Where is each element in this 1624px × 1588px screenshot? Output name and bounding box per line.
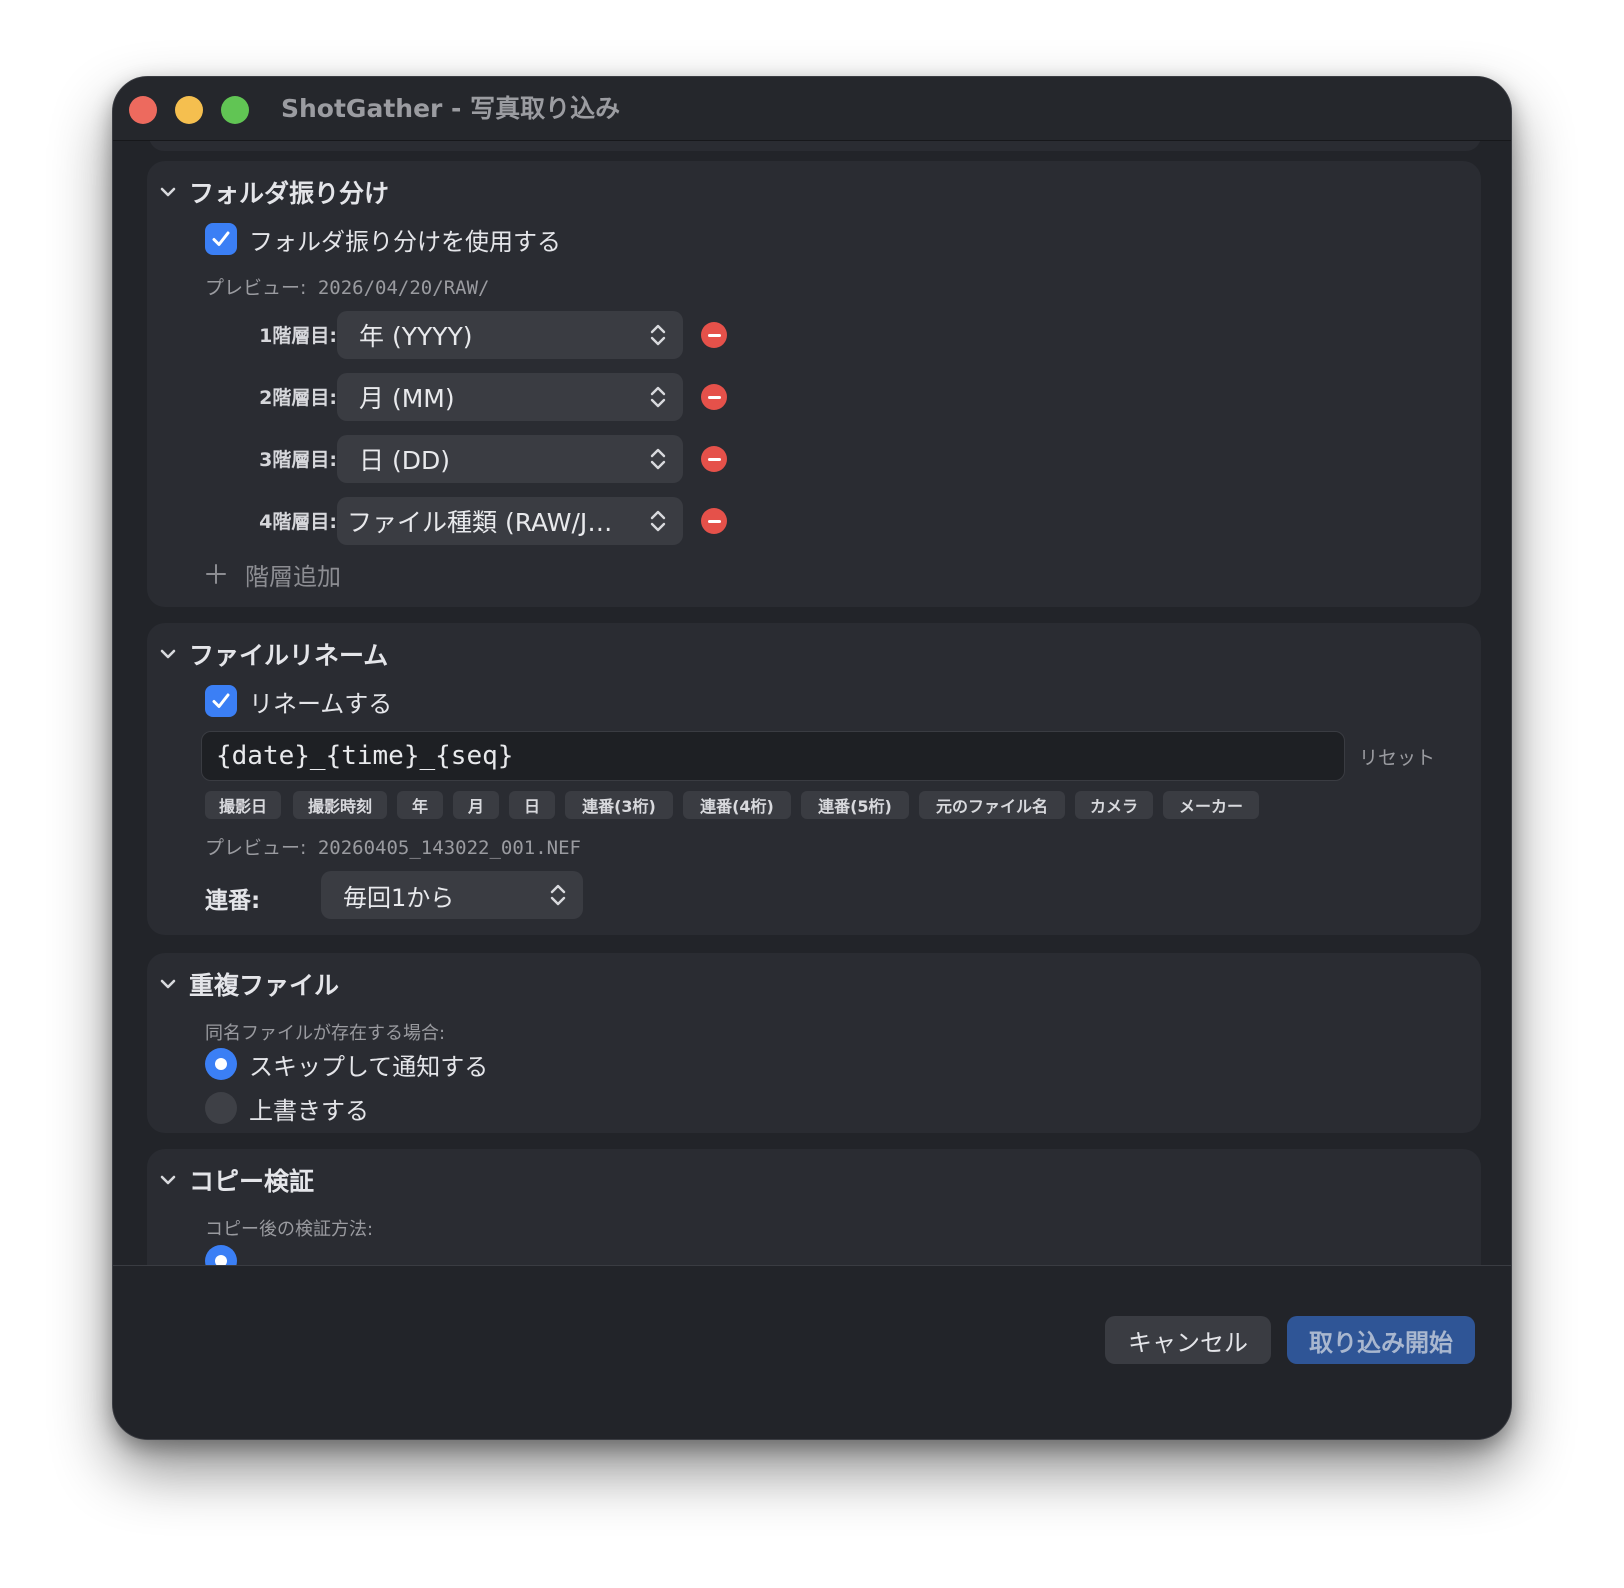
chevron-up-down-icon [650, 510, 666, 532]
minus-icon [707, 457, 721, 461]
folder-section-header[interactable]: フォルダ振り分け [157, 175, 389, 209]
chevron-down-icon [160, 187, 176, 197]
folder-level-row: 1階層目: 年 (YYYY) [147, 311, 847, 359]
folder-preview-label: プレビュー: [205, 277, 307, 299]
reset-pattern-button[interactable]: リセット [1359, 743, 1435, 770]
verify-sub-label: コピー後の検証方法: [205, 1219, 374, 1240]
duplicate-section-header[interactable]: 重複ファイル [157, 967, 339, 1001]
folder-enable-checkbox[interactable] [205, 223, 237, 255]
rename-pattern-input[interactable]: {date}_{time}_{seq} [201, 731, 1345, 781]
duplicate-option-overwrite[interactable]: 上書きする [205, 1091, 369, 1125]
folder-level-label: 2階層目: [259, 387, 337, 409]
folder-level-select[interactable]: 日 (DD) [337, 435, 683, 483]
folder-level-label: 1階層目: [259, 325, 337, 347]
rename-enable-checkbox[interactable] [205, 685, 237, 717]
minus-icon [707, 519, 721, 523]
sequence-select[interactable]: 毎回1から [321, 871, 583, 919]
start-import-button[interactable]: 取り込み開始 [1287, 1316, 1475, 1364]
radio-button[interactable] [205, 1092, 237, 1124]
title-bar: ShotGather - 写真取り込み [113, 77, 1511, 141]
minus-icon [707, 333, 721, 337]
zoom-window-button[interactable] [221, 96, 249, 124]
checkmark-icon [212, 231, 230, 246]
token-button[interactable]: メーカー [1163, 791, 1259, 819]
duplicate-sub-label: 同名ファイルが存在する場合: [205, 1023, 446, 1044]
token-button[interactable]: 連番(3桁) [565, 791, 673, 819]
folder-level-value: ファイル種類 (RAW/JPEG) [347, 508, 627, 537]
remove-level-button[interactable] [701, 384, 727, 410]
settings-scroll-area[interactable]: フォルダ振り分け フォルダ振り分けを使用する プレビュー: 2026/04/20… [113, 141, 1511, 1375]
rename-preview-value: 20260405_143022_001.NEF [317, 837, 581, 859]
token-button[interactable]: 元のファイル名 [919, 791, 1065, 819]
rename-enable-label: リネームする [249, 689, 393, 718]
token-button[interactable]: 撮影日 [205, 791, 281, 819]
rename-enable-checkbox-row[interactable]: リネームする [205, 683, 392, 719]
duplicate-option-skip[interactable]: スキップして通知する [205, 1047, 488, 1081]
previous-section-edge [149, 141, 1481, 151]
minimize-window-button[interactable] [175, 96, 203, 124]
token-button[interactable]: 月 [453, 791, 499, 819]
close-window-button[interactable] [129, 96, 157, 124]
remove-level-button[interactable] [701, 322, 727, 348]
sequence-value: 毎回1から [343, 883, 455, 912]
folder-level-value: 日 (DD) [359, 446, 450, 475]
folder-level-row: 4階層目: ファイル種類 (RAW/JPEG) [147, 497, 847, 545]
rename-section-header[interactable]: ファイルリネーム [157, 637, 388, 671]
remove-level-button[interactable] [701, 446, 727, 472]
folder-level-label: 3階層目: [259, 449, 337, 471]
token-button[interactable]: カメラ [1075, 791, 1153, 819]
minus-icon [707, 395, 721, 399]
chevron-down-icon [160, 1175, 176, 1185]
chevron-up-down-icon [550, 884, 566, 906]
folder-enable-label: フォルダ振り分けを使用する [249, 227, 561, 256]
cancel-button[interactable]: キャンセル [1105, 1316, 1271, 1364]
sequence-label: 連番: [205, 888, 261, 914]
folder-level-row: 2階層目: 月 (MM) [147, 373, 847, 421]
checkmark-icon [212, 693, 230, 708]
folder-level-select[interactable]: ファイル種類 (RAW/JPEG) [337, 497, 683, 545]
duplicate-section: 重複ファイル 同名ファイルが存在する場合: スキップして通知する 上書きする [147, 953, 1481, 1133]
folder-section-title: フォルダ振り分け [189, 179, 390, 208]
folder-section: フォルダ振り分け フォルダ振り分けを使用する プレビュー: 2026/04/20… [147, 161, 1481, 607]
token-button[interactable]: 日 [509, 791, 555, 819]
token-button[interactable]: 連番(5桁) [801, 791, 909, 819]
chevron-up-down-icon [650, 386, 666, 408]
token-button[interactable]: 年 [397, 791, 443, 819]
add-level-button[interactable]: 階層追加 [205, 557, 341, 591]
folder-level-select[interactable]: 月 (MM) [337, 373, 683, 421]
chevron-up-down-icon [650, 448, 666, 470]
folder-enable-checkbox-row[interactable]: フォルダ振り分けを使用する [205, 221, 561, 257]
chevron-up-down-icon [650, 324, 666, 346]
radio-button-selected[interactable] [205, 1048, 237, 1080]
token-button[interactable]: 撮影時刻 [293, 791, 387, 819]
folder-level-value: 月 (MM) [359, 384, 455, 413]
folder-level-row: 3階層目: 日 (DD) [147, 435, 847, 483]
folder-level-select[interactable]: 年 (YYYY) [337, 311, 683, 359]
rename-preview-label: プレビュー: [205, 837, 307, 859]
rename-preview: プレビュー: 20260405_143022_001.NEF [205, 833, 581, 860]
folder-level-label: 4階層目: [259, 511, 337, 533]
dialog-footer: キャンセル 取り込み開始 [113, 1265, 1511, 1439]
verify-section-header[interactable]: コピー検証 [157, 1163, 314, 1197]
rename-section-title: ファイルリネーム [189, 641, 389, 670]
folder-level-value: 年 (YYYY) [359, 322, 473, 351]
import-window: ShotGather - 写真取り込み フォルダ振り分け フォルダ振り分けを使用… [112, 76, 1512, 1440]
chevron-down-icon [160, 979, 176, 989]
verify-section-title: コピー検証 [189, 1167, 315, 1196]
folder-preview: プレビュー: 2026/04/20/RAW/ [205, 273, 489, 300]
chevron-down-icon [160, 649, 176, 659]
rename-section: ファイルリネーム リネームする {date}_{time}_{seq} リセット… [147, 623, 1481, 935]
duplicate-section-title: 重複ファイル [189, 971, 340, 1000]
token-button[interactable]: 連番(4桁) [683, 791, 791, 819]
remove-level-button[interactable] [701, 508, 727, 534]
window-title: ShotGather - 写真取り込み [281, 94, 621, 123]
add-level-label: 階層追加 [245, 562, 341, 591]
duplicate-option-label: スキップして通知する [249, 1052, 489, 1081]
folder-preview-value: 2026/04/20/RAW/ [317, 277, 490, 299]
plus-icon [206, 564, 226, 584]
duplicate-option-label: 上書きする [249, 1096, 369, 1125]
